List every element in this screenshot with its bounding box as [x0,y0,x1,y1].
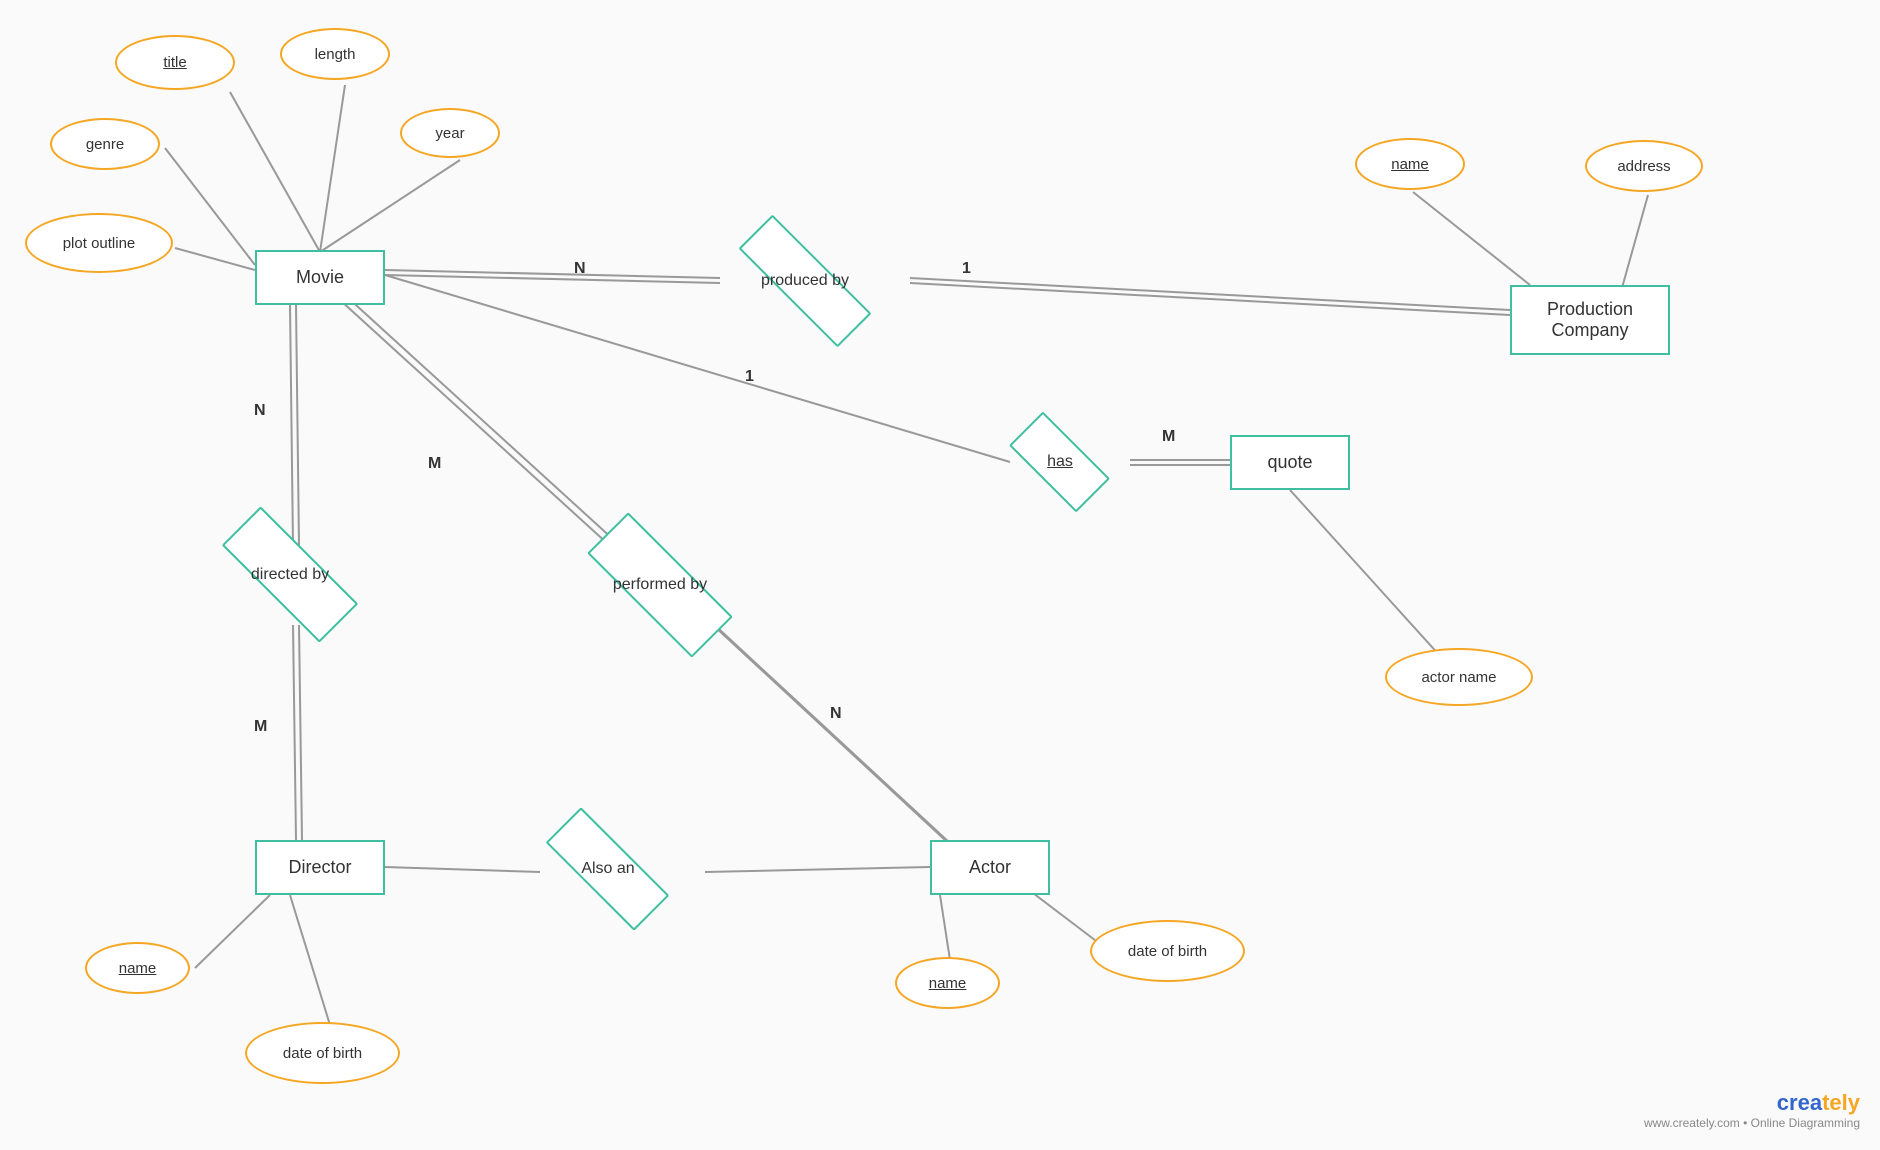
entity-movie: Movie [255,250,385,305]
relationship-has: has [990,428,1130,496]
entity-quote: quote [1230,435,1350,490]
cardinality-m-movie-performed: M [428,455,441,473]
entity-director: Director [255,840,385,895]
attribute-actor-name2: name [895,957,1000,1009]
diagram-container: Movie ProductionCompany Director Actor q… [0,0,1880,1150]
cardinality-m-directed-director: M [254,718,267,736]
entity-actor: Actor [930,840,1050,895]
attribute-plot-outline: plot outline [25,213,173,273]
watermark: creately www.creately.com • Online Diagr… [1644,1090,1860,1130]
attribute-actor-dob: date of birth [1090,920,1245,982]
entity-production-company: ProductionCompany [1510,285,1670,355]
cardinality-n-performed-actor: N [830,705,842,723]
cardinality-1-movie-has: 1 [745,368,754,386]
attribute-genre: genre [50,118,160,170]
relationship-directed-by: directed by [190,530,390,620]
relationship-produced-by: produced by [700,245,910,317]
attribute-length: length [280,28,390,80]
relationship-also-an: Also an [518,832,698,906]
attribute-title: title [115,35,235,90]
attribute-prod-name: name [1355,138,1465,190]
attribute-prod-address: address [1585,140,1703,192]
attribute-year: year [400,108,500,158]
attribute-director-name: name [85,942,190,994]
attribute-actor-name: actor name [1385,648,1533,706]
cardinality-m-has-quote: M [1162,428,1175,446]
attribute-director-dob: date of birth [245,1022,400,1084]
relationship-performed-by: performed by [555,540,765,630]
cardinality-n-movie-directed: N [254,402,266,420]
cardinality-1-produced-company: 1 [962,260,971,278]
cardinality-n-movie-produced: N [574,260,586,278]
